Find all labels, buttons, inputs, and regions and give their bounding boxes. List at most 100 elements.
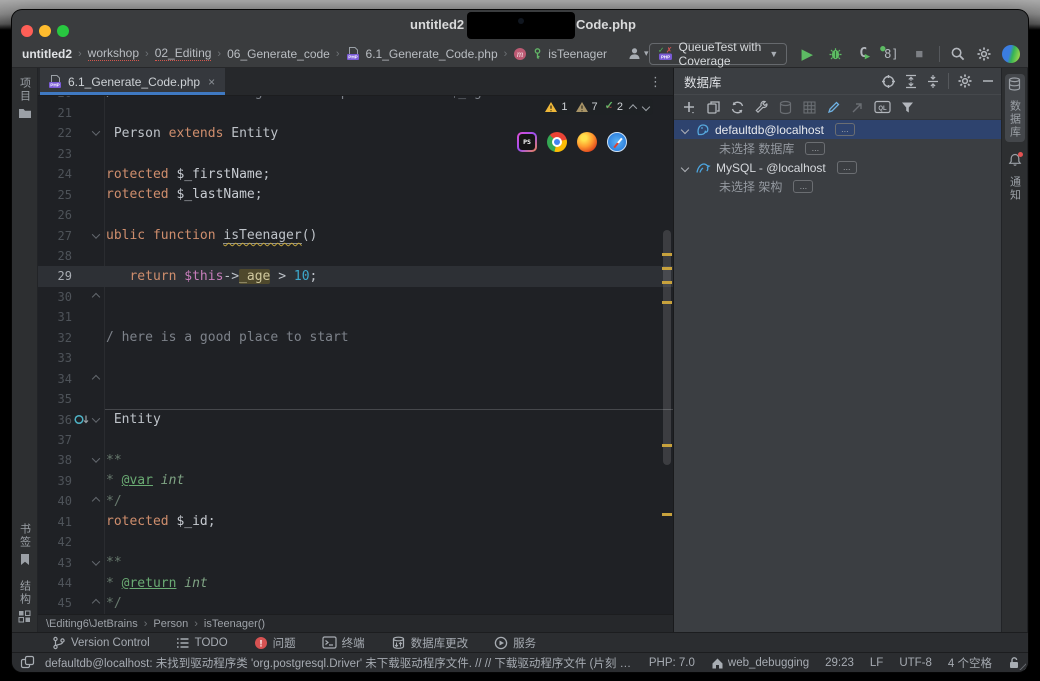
code-line[interactable]: 24rotected $_firstName;	[38, 164, 673, 184]
chevron-down-icon[interactable]	[681, 125, 689, 133]
code-line[interactable]: 41rotected $_id;	[38, 512, 673, 532]
chrome-browser-icon[interactable]	[547, 132, 567, 152]
dump-db-icon[interactable]	[778, 100, 793, 115]
implemented-marker-icon[interactable]	[74, 413, 90, 426]
firefox-browser-icon[interactable]	[577, 132, 597, 152]
datasource-wrench-icon[interactable]	[754, 100, 769, 115]
deployment-widget[interactable]: web_debugging	[711, 657, 809, 669]
profile-menu[interactable]: ▾	[627, 46, 649, 61]
database-tree-row[interactable]: 未选择 架构...	[674, 177, 1001, 196]
fold-open-icon[interactable]	[92, 414, 100, 422]
debug-button[interactable]	[825, 44, 845, 64]
fold-close-icon[interactable]	[92, 293, 100, 301]
code-line[interactable]: 35	[38, 389, 673, 409]
stripe-item-通知[interactable]: 通知	[1005, 150, 1025, 205]
edit-pencil-icon[interactable]	[826, 100, 841, 115]
code-line[interactable]: 44* @return int	[38, 573, 673, 593]
chevron-down-icon[interactable]	[681, 163, 689, 171]
caret-position-widget[interactable]: 29:23	[825, 657, 854, 669]
settings-icon[interactable]	[976, 46, 992, 62]
search-icon[interactable]	[950, 46, 966, 62]
next-issue-icon[interactable]	[642, 103, 650, 111]
editor-scrollbar[interactable]	[663, 230, 671, 465]
toolwindow-button-terminal[interactable]: 终端	[322, 635, 365, 651]
collapse-all-icon[interactable]	[926, 74, 940, 89]
stripe-item-项目[interactable]: 项目	[15, 74, 35, 122]
stripe-item-结构[interactable]: 结构	[15, 577, 35, 626]
more-options-chip[interactable]: ...	[793, 180, 813, 193]
indent-widget[interactable]: 4 个空格	[948, 655, 992, 671]
database-tree-row[interactable]: MySQL - @localhost...	[674, 158, 1001, 177]
filter-funnel-icon[interactable]	[900, 100, 915, 115]
breadcrumb-item[interactable]: 02_Editing	[155, 46, 212, 61]
query-console-icon[interactable]: QL	[874, 100, 891, 114]
typo-count[interactable]: ✓~ 2	[605, 101, 623, 113]
code-line[interactable]: 33	[38, 348, 673, 368]
code-line[interactable]: 28	[38, 246, 673, 266]
code-line[interactable]: 30	[38, 287, 673, 307]
tab-close-icon[interactable]: ×	[208, 75, 215, 89]
code-line[interactable]: 29 return $this->_age > 10;	[38, 266, 673, 286]
encoding-widget[interactable]: UTF-8	[899, 657, 932, 669]
status-message[interactable]: defaultdb@localhost: 未找到驱动程序类 'org.postg…	[45, 655, 637, 671]
fold-open-icon[interactable]	[92, 455, 100, 463]
tab-options-kebab-icon[interactable]: ⋮	[649, 74, 663, 90]
editor-breadcrumb-item[interactable]: \Editing6\JetBrains	[46, 618, 138, 630]
breadcrumb-item[interactable]: isTeenager	[548, 47, 607, 61]
breadcrumb-item[interactable]: 6.1_Generate_Code.php	[366, 47, 498, 61]
code-line[interactable]: 36 Entity	[38, 409, 673, 429]
breadcrumb-project[interactable]: untitled2	[22, 47, 72, 61]
expand-all-icon[interactable]	[904, 74, 918, 89]
code-line[interactable]: 31	[38, 307, 673, 327]
fold-close-icon[interactable]	[92, 374, 100, 382]
jump-arrow-icon[interactable]	[850, 100, 865, 115]
fold-open-icon[interactable]	[92, 557, 100, 565]
code-line[interactable]: 38**	[38, 450, 673, 470]
code-line[interactable]: 25rotected $_lastName;	[38, 185, 673, 205]
weak-warning-count[interactable]: 7	[575, 101, 598, 113]
safari-browser-icon[interactable]	[607, 132, 627, 152]
code-line[interactable]: 45*/	[38, 593, 673, 613]
code-line[interactable]: 37	[38, 430, 673, 450]
editor-breadcrumb-item[interactable]: isTeenager()	[204, 618, 265, 630]
toolwindow-button-todo-list[interactable]: TODO	[176, 637, 228, 649]
inspections-widget[interactable]: 1 7 ✓~ 2	[540, 99, 653, 115]
readonly-padlock-icon[interactable]	[1008, 656, 1020, 669]
tool-window-switcher-icon[interactable]	[20, 655, 35, 670]
code-line[interactable]: 26	[38, 205, 673, 225]
toolwindow-button-problems[interactable]: !问题	[254, 635, 296, 651]
previous-issue-icon[interactable]	[629, 104, 637, 112]
license-sphere-icon[interactable]	[1002, 45, 1020, 63]
phpstorm-browser-icon[interactable]: PS	[517, 132, 537, 152]
more-options-chip[interactable]: ...	[837, 161, 857, 174]
duplicate-icon[interactable]	[706, 100, 721, 115]
code-line[interactable]: 40*/	[38, 491, 673, 511]
minimize-button[interactable]	[39, 25, 51, 37]
fold-close-icon[interactable]	[92, 599, 100, 607]
toolwindow-button-services[interactable]: 服务	[494, 635, 536, 651]
refresh-icon[interactable]	[730, 100, 745, 115]
breadcrumb-item[interactable]: 06_Generate_code	[227, 47, 330, 61]
breadcrumb-item[interactable]: workshop	[88, 46, 139, 61]
stripe-item-数据库[interactable]: 数据库	[1005, 74, 1025, 142]
stripe-item-书签[interactable]: 书签	[15, 520, 35, 569]
run-button[interactable]: ▶	[797, 44, 817, 64]
settings-gear-icon[interactable]	[957, 73, 973, 89]
code-line[interactable]: 39* @var int	[38, 471, 673, 491]
code-editor[interactable]: 20/ use Alt+Enter to generate a private …	[38, 96, 673, 614]
code-line[interactable]: 34	[38, 368, 673, 388]
more-options-chip[interactable]: ...	[805, 142, 825, 155]
editor-breadcrumb-item[interactable]: Person	[153, 618, 188, 630]
php-version-widget[interactable]: PHP: 7.0	[649, 657, 695, 669]
target-icon[interactable]	[881, 74, 896, 89]
profiler-button[interactable]: ●8]	[881, 44, 901, 64]
code-line[interactable]: 32/ here is a good place to start	[38, 328, 673, 348]
code-line[interactable]: 42	[38, 532, 673, 552]
zoom-button[interactable]	[57, 25, 69, 37]
stop-button[interactable]: ■	[909, 44, 929, 64]
warning-count[interactable]: 1	[544, 101, 567, 113]
more-options-chip[interactable]: ...	[835, 123, 855, 136]
toolwindow-button-git-branch[interactable]: Version Control	[52, 636, 150, 650]
database-tree-row[interactable]: 未选择 数据库...	[674, 139, 1001, 158]
database-tree-row[interactable]: defaultdb@localhost...	[674, 120, 1001, 139]
